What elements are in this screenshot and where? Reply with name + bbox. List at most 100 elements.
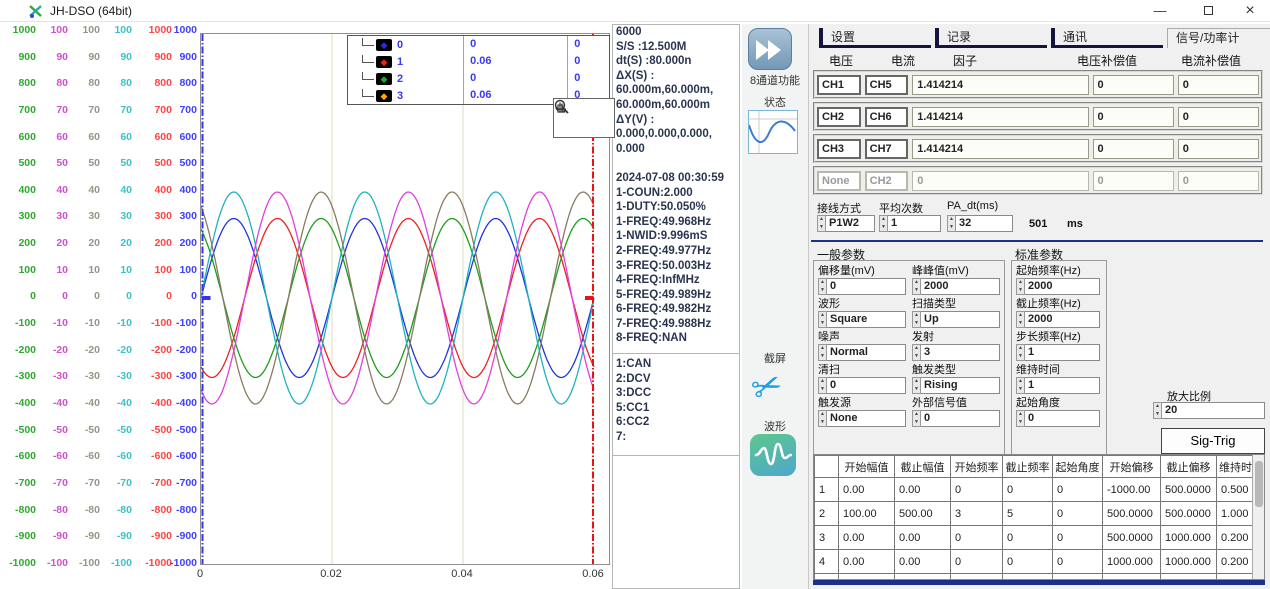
param-外部信号值-value[interactable]: 0 <box>921 410 1000 427</box>
spinner-arrows[interactable]: ▲▼ <box>879 215 888 232</box>
spin-down-icon[interactable]: ▼ <box>818 224 825 232</box>
tab-2[interactable]: 记录 <box>935 28 1047 48</box>
param-触发源-value[interactable]: None <box>827 410 906 427</box>
spin-down-icon[interactable]: ▼ <box>913 320 920 328</box>
param-截止频率(Hz)-value[interactable]: 2000 <box>1025 311 1100 328</box>
zoom-ratio[interactable]: ▲▼20 <box>1153 402 1265 419</box>
spinner-arrows[interactable]: ▲▼ <box>912 410 921 427</box>
spin-down-icon[interactable]: ▼ <box>819 386 826 394</box>
spin-up-icon[interactable]: ▲ <box>819 279 826 287</box>
scrollbar-thumb[interactable] <box>1255 461 1263 507</box>
spinner-arrows[interactable]: ▲▼ <box>1153 402 1162 419</box>
maximize-button[interactable] <box>1188 0 1228 22</box>
spinner-arrows[interactable]: ▲▼ <box>947 215 956 232</box>
wiring-field-2[interactable]: ▲▼1 <box>879 215 941 232</box>
spinner-arrows[interactable]: ▲▼ <box>1016 311 1025 328</box>
factor-input[interactable]: 1.414214 <box>912 139 1088 159</box>
param-截止频率(Hz)[interactable]: ▲▼2000 <box>1016 311 1100 328</box>
spin-down-icon[interactable]: ▼ <box>819 419 826 427</box>
param-维持时间-value[interactable]: 1 <box>1025 377 1100 394</box>
spinner-arrows[interactable]: ▲▼ <box>912 377 921 394</box>
param-扫描类型[interactable]: ▲▼Up <box>912 311 1000 328</box>
spin-down-icon[interactable]: ▼ <box>913 419 920 427</box>
current-channel-select[interactable]: CH7 <box>865 139 909 159</box>
wiring-field-2-value[interactable]: 1 <box>888 215 941 232</box>
param-步长频率(Hz)-value[interactable]: 1 <box>1025 344 1100 361</box>
spin-down-icon[interactable]: ▼ <box>1154 411 1161 419</box>
legend-row[interactable]: ◆10.060 <box>348 53 609 70</box>
legend-row[interactable]: ◆200 <box>348 70 609 87</box>
wiring-field-3-value[interactable]: 32 <box>956 215 1013 232</box>
zoom-ratio-value[interactable]: 20 <box>1162 402 1265 419</box>
spinner-arrows[interactable]: ▲▼ <box>1016 344 1025 361</box>
spinner-arrows[interactable]: ▲▼ <box>912 344 921 361</box>
param-触发源[interactable]: ▲▼None <box>818 410 906 427</box>
spin-down-icon[interactable]: ▼ <box>819 353 826 361</box>
spin-up-icon[interactable]: ▲ <box>913 411 920 419</box>
wiring-field-3[interactable]: ▲▼32 <box>947 215 1013 232</box>
tab-4[interactable]: 信号/功率计 <box>1167 28 1270 48</box>
plot-legend[interactable]: ◆000◆10.060◆200◆30.060◆ <box>347 35 610 105</box>
spin-down-icon[interactable]: ▼ <box>1017 320 1024 328</box>
spin-down-icon[interactable]: ▼ <box>948 224 955 232</box>
voltage-comp-input[interactable]: 0 <box>1093 139 1174 159</box>
spin-down-icon[interactable]: ▼ <box>1017 353 1024 361</box>
wiring-field-1-value[interactable]: P1W2 <box>826 215 875 232</box>
spinner-arrows[interactable]: ▲▼ <box>818 377 827 394</box>
spin-up-icon[interactable]: ▲ <box>1017 279 1024 287</box>
tab-1[interactable]: 设置 <box>819 28 931 48</box>
factor-input[interactable]: 0 <box>912 171 1088 191</box>
factor-input[interactable]: 1.414214 <box>912 75 1088 95</box>
param-维持时间[interactable]: ▲▼1 <box>1016 377 1100 394</box>
param-清扫[interactable]: ▲▼0 <box>818 377 906 394</box>
spin-up-icon[interactable]: ▲ <box>1017 411 1024 419</box>
param-噪声-value[interactable]: Normal <box>827 344 906 361</box>
current-comp-input[interactable]: 0 <box>1178 139 1259 159</box>
scissors-icon[interactable]: ✂ <box>746 362 789 412</box>
sweep-row[interactable]: 40.000.000001000.0001000.0000.200 <box>815 550 1255 574</box>
spinner-arrows[interactable]: ▲▼ <box>818 311 827 328</box>
current-channel-select[interactable]: CH5 <box>865 75 909 95</box>
spin-up-icon[interactable]: ▲ <box>819 345 826 353</box>
param-起始频率(Hz)[interactable]: ▲▼2000 <box>1016 278 1100 295</box>
param-波形-value[interactable]: Square <box>827 311 906 328</box>
spin-up-icon[interactable]: ▲ <box>913 279 920 287</box>
spin-down-icon[interactable]: ▼ <box>913 287 920 295</box>
param-起始角度[interactable]: ▲▼0 <box>1016 410 1100 427</box>
voltage-comp-input[interactable]: 0 <box>1093 171 1174 191</box>
param-噪声[interactable]: ▲▼Normal <box>818 344 906 361</box>
current-channel-select[interactable]: CH6 <box>865 107 909 127</box>
spinner-arrows[interactable]: ▲▼ <box>818 410 827 427</box>
spin-down-icon[interactable]: ▼ <box>819 320 826 328</box>
param-偏移量(mV)[interactable]: ▲▼0 <box>818 278 906 295</box>
plot-zoom-controls[interactable]: + <box>553 98 615 138</box>
status-waveform-icon[interactable] <box>748 110 798 154</box>
param-触发类型-value[interactable]: Rising <box>921 377 1000 394</box>
spin-up-icon[interactable]: ▲ <box>1017 345 1024 353</box>
param-发射[interactable]: ▲▼3 <box>912 344 1000 361</box>
spin-down-icon[interactable]: ▼ <box>913 353 920 361</box>
sweep-row[interactable]: 2100.00500.00350500.0000500.00001.000 <box>815 502 1255 526</box>
spinner-arrows[interactable]: ▲▼ <box>912 278 921 295</box>
current-comp-input[interactable]: 0 <box>1178 107 1259 127</box>
param-峰峰值(mV)-value[interactable]: 2000 <box>921 278 1000 295</box>
spin-up-icon[interactable]: ▲ <box>818 216 825 224</box>
spinner-arrows[interactable]: ▲▼ <box>817 215 826 232</box>
sweep-row[interactable]: 30.000.00000500.00001000.0000.200 <box>815 526 1255 550</box>
param-波形[interactable]: ▲▼Square <box>818 311 906 328</box>
tab-3[interactable]: 通讯 <box>1051 28 1163 48</box>
voltage-channel-select[interactable]: CH3 <box>817 139 861 159</box>
wiring-field-1[interactable]: ▲▼P1W2 <box>817 215 875 232</box>
param-起始角度-value[interactable]: 0 <box>1025 410 1100 427</box>
param-起始频率(Hz)-value[interactable]: 2000 <box>1025 278 1100 295</box>
param-外部信号值[interactable]: ▲▼0 <box>912 410 1000 427</box>
spin-up-icon[interactable]: ▲ <box>880 216 887 224</box>
sig-trig-button[interactable]: Sig-Trig <box>1161 428 1265 454</box>
param-步长频率(Hz)[interactable]: ▲▼1 <box>1016 344 1100 361</box>
spin-down-icon[interactable]: ▼ <box>913 386 920 394</box>
waveform-button[interactable] <box>750 434 796 476</box>
spin-up-icon[interactable]: ▲ <box>913 345 920 353</box>
spinner-arrows[interactable]: ▲▼ <box>818 278 827 295</box>
spin-down-icon[interactable]: ▼ <box>1017 287 1024 295</box>
spinner-arrows[interactable]: ▲▼ <box>818 344 827 361</box>
